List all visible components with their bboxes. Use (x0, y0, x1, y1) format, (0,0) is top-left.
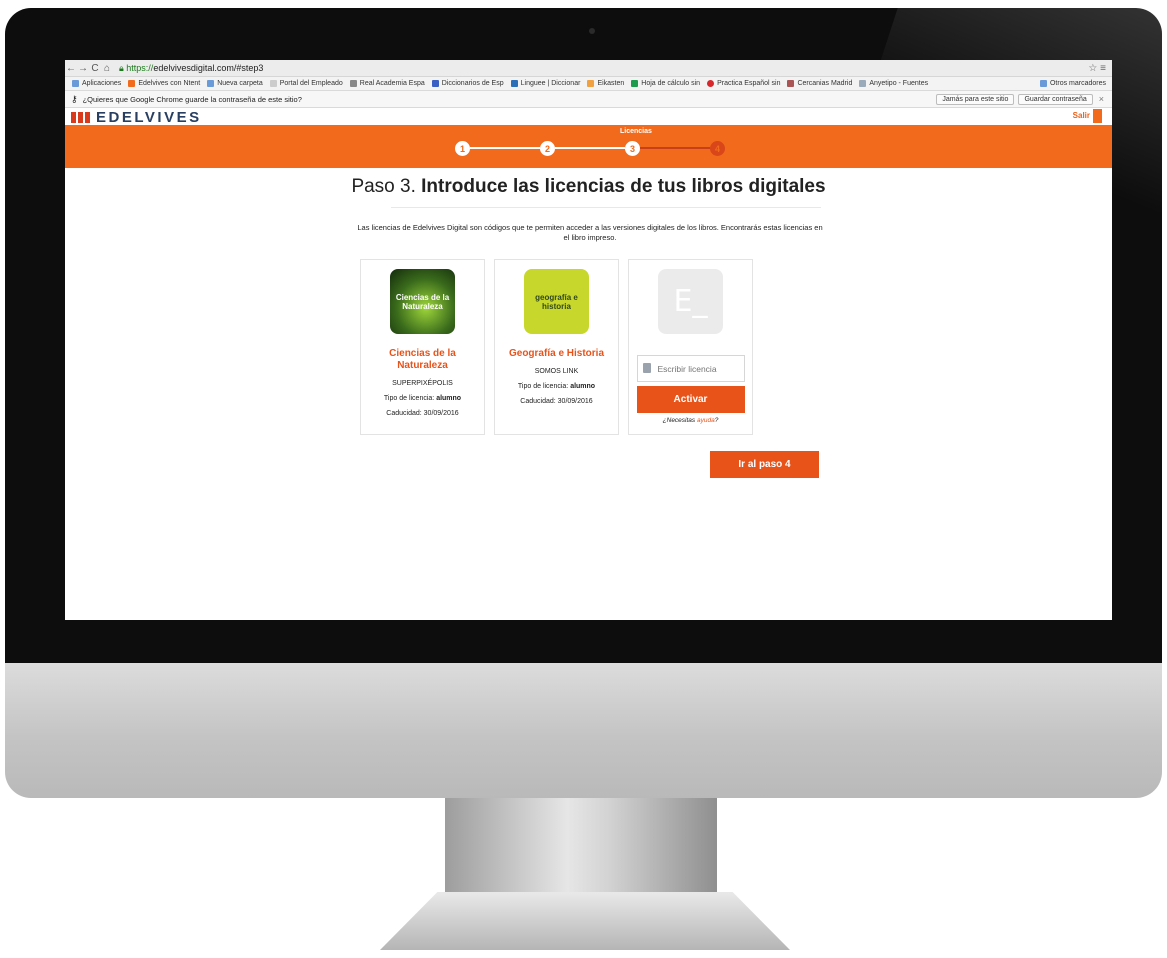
bookmark-item[interactable]: Nueva carpeta (207, 80, 263, 87)
cercanias-icon (787, 80, 795, 87)
step-3[interactable]: 3 (625, 141, 640, 156)
url-scheme: https:// (126, 62, 154, 73)
step-connector (640, 147, 710, 149)
url-host: edelvivesdigital.com (153, 62, 234, 73)
book-title: Ciencias de la Naturaleza (389, 348, 456, 371)
imac-stand (445, 798, 717, 898)
step-1[interactable]: 1 (455, 141, 470, 156)
bookmark-item[interactable]: Edelvives con Ntent (128, 80, 200, 87)
step-4: 4 (710, 141, 725, 156)
title-divider (391, 207, 821, 208)
rae-icon (349, 80, 357, 87)
apps-icon (72, 80, 79, 87)
book-series: SOMOS LINK (534, 368, 579, 375)
step-progress-bar: Licencias 1 2 3 4 (65, 125, 1112, 168)
url-path: /#step3 (233, 62, 264, 73)
eikasten-icon (587, 80, 595, 87)
back-arrow-icon[interactable]: ← (65, 63, 77, 74)
book-card: geografía e historia Geografía e Histori… (494, 259, 619, 435)
license-type: Tipo de licencia: alumno (383, 395, 462, 402)
bookmark-item[interactable]: Diccionarios de Esp (431, 80, 504, 87)
imac-chin (5, 663, 1162, 798)
book-title: Geografía e Historia (508, 348, 605, 359)
next-step-button[interactable]: Ir al paso 4 (710, 451, 819, 478)
bookmark-item[interactable]: Real Academia Espa (349, 80, 425, 87)
bookmark-item[interactable]: Hoja de cálculo sin (631, 80, 700, 87)
edelvives-logo[interactable]: EDELVIVES (71, 109, 202, 126)
help-link[interactable]: ayuda (697, 417, 715, 424)
intro-text: Las licencias de Edelvives Digital son c… (357, 223, 823, 242)
help-text: ¿Necesitas ayuda? (662, 417, 719, 424)
book-series: SUPERPIXÉPOLIS (392, 380, 453, 387)
license-field[interactable] (636, 355, 745, 382)
license-expiry: Caducidad: 30/09/2016 (386, 410, 459, 417)
bookmark-item[interactable]: Linguee | Diccionar (510, 80, 580, 87)
never-button[interactable]: Jamás para este sitio (936, 93, 1015, 105)
star-icon[interactable]: ☆ (1088, 63, 1097, 74)
license-type: Tipo de licencia: alumno (517, 383, 596, 390)
bookmark-item[interactable]: Eikasten (587, 80, 624, 87)
step-connector (555, 147, 625, 149)
edelvives-icon (128, 80, 136, 87)
key-icon: ⚷ (71, 93, 78, 104)
step-connector (470, 147, 540, 149)
folder-icon (1039, 80, 1047, 87)
anyetipo-icon (859, 80, 867, 87)
ticket-icon (642, 363, 651, 373)
practica-icon (707, 80, 715, 87)
bookmark-item[interactable]: Portal del Empleado (269, 80, 343, 87)
forward-arrow-icon[interactable]: → (77, 63, 89, 74)
password-infobar: ⚷ ¿Quieres que Google Chrome guarde la c… (65, 91, 1112, 108)
current-step-label: Licencias (620, 128, 652, 135)
browser-screen: ← → C ⌂ 🔒︎ https://edelvivesdigital.com/… (65, 60, 1112, 620)
logo-bars-icon (71, 112, 90, 123)
license-entry-card: E_ Activar ¿Necesitas ayuda? (628, 259, 753, 435)
activate-button[interactable]: Activar (636, 386, 745, 413)
bookmarks-bar: Aplicaciones Edelvives con Ntent Nueva c… (65, 77, 1112, 91)
site-header: EDELVIVES Salir (65, 108, 1112, 126)
menu-icon[interactable]: ≡ (1100, 63, 1106, 74)
placeholder-book-icon: E_ (658, 269, 723, 334)
dictionary-icon (431, 80, 439, 87)
step-2[interactable]: 2 (540, 141, 555, 156)
linguee-icon (510, 80, 518, 87)
reload-icon[interactable]: C (89, 63, 101, 74)
password-prompt: ¿Quieres que Google Chrome guarde la con… (82, 94, 302, 104)
folder-icon (207, 80, 215, 87)
license-input[interactable] (655, 360, 744, 377)
logout-icon[interactable] (1093, 109, 1102, 123)
save-password-button[interactable]: Guardar contraseña (1018, 93, 1093, 105)
browser-toolbar: ← → C ⌂ 🔒︎ https://edelvivesdigital.com/… (65, 60, 1112, 77)
camera-icon (589, 28, 595, 34)
bookmark-item[interactable]: Aplicaciones (72, 80, 121, 87)
main-content: Paso 3. Introduce las licencias de tus l… (65, 168, 1112, 568)
imac-stand-foot (380, 892, 790, 950)
logout-link[interactable]: Salir (1073, 111, 1090, 120)
book-cover: Ciencias de la Naturaleza (390, 269, 455, 334)
bookmark-item[interactable]: Anyetipo - Fuentes (859, 80, 928, 87)
close-icon[interactable]: × (1099, 94, 1104, 104)
home-icon[interactable]: ⌂ (101, 63, 113, 74)
address-bar[interactable]: 🔒︎ https://edelvivesdigital.com/#step3 (119, 63, 263, 74)
bookmark-item[interactable]: Practica Español sin (707, 80, 780, 87)
bookmark-item[interactable]: Cercanias Madrid (787, 80, 852, 87)
page-title: Paso 3. Introduce las licencias de tus l… (351, 176, 826, 197)
license-expiry: Caducidad: 30/09/2016 (520, 398, 593, 405)
page-icon (269, 80, 277, 87)
book-cover: geografía e historia (524, 269, 589, 334)
book-card: Ciencias de la Naturaleza Ciencias de la… (360, 259, 485, 435)
sheets-icon (631, 80, 639, 87)
logo-text: EDELVIVES (96, 109, 202, 126)
other-bookmarks[interactable]: Otros marcadores (1039, 80, 1112, 87)
